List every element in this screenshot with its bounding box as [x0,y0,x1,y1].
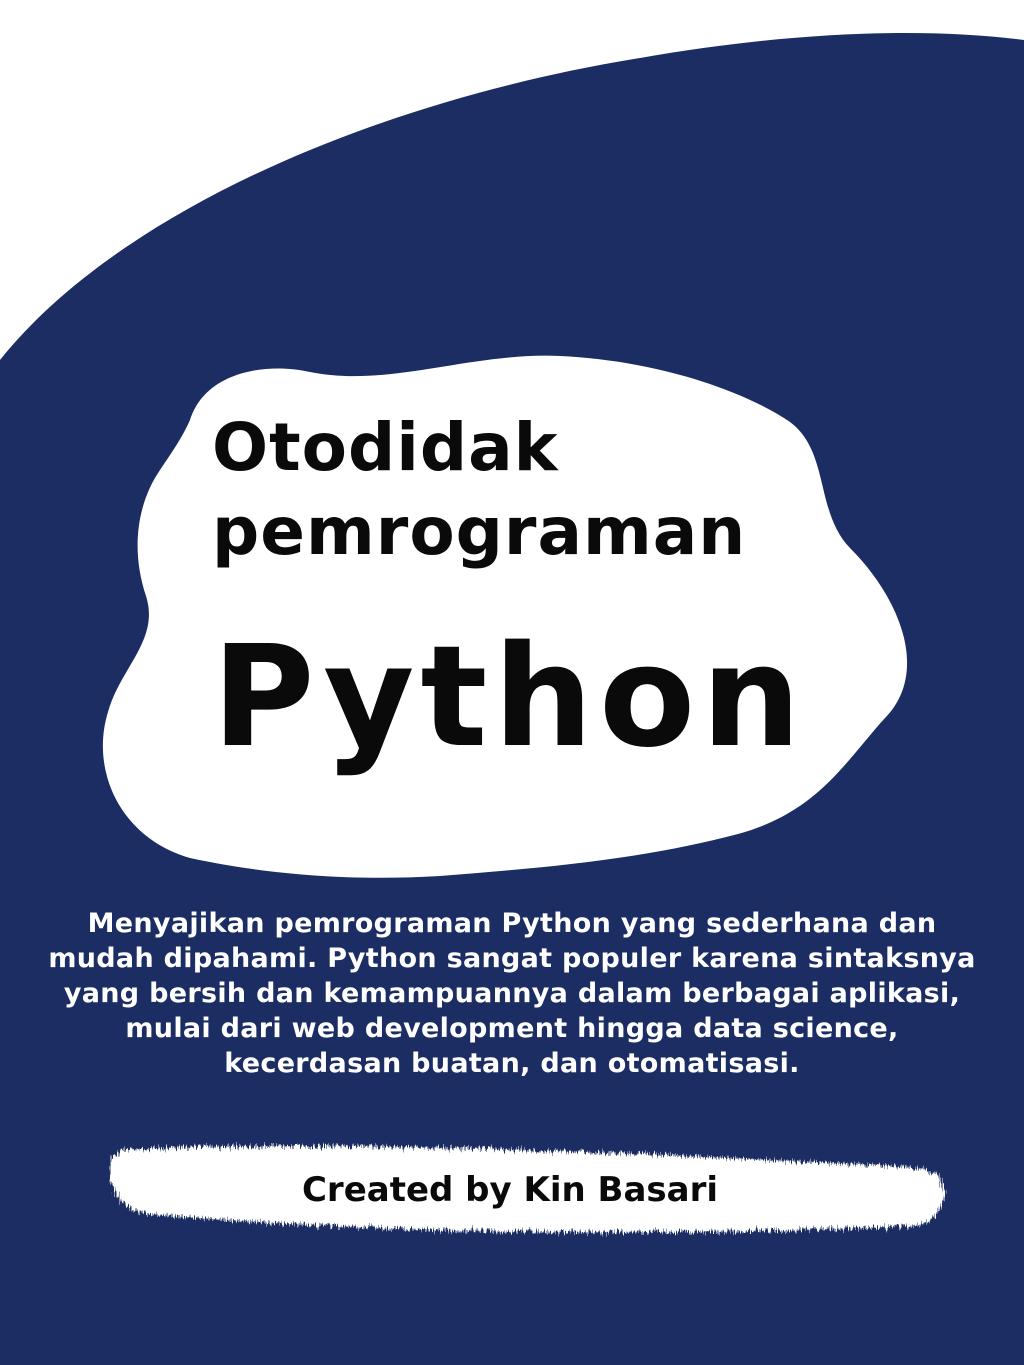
author-credit: Created by Kin Basari [301,1170,719,1210]
cover-main-title: Python [212,616,807,779]
cover-title-line-1: Otodidak [212,409,559,486]
cover-title-line-2: pemrograman [212,493,747,570]
cover-description: Menyajikan pemrograman Python yang seder… [48,908,976,1079]
